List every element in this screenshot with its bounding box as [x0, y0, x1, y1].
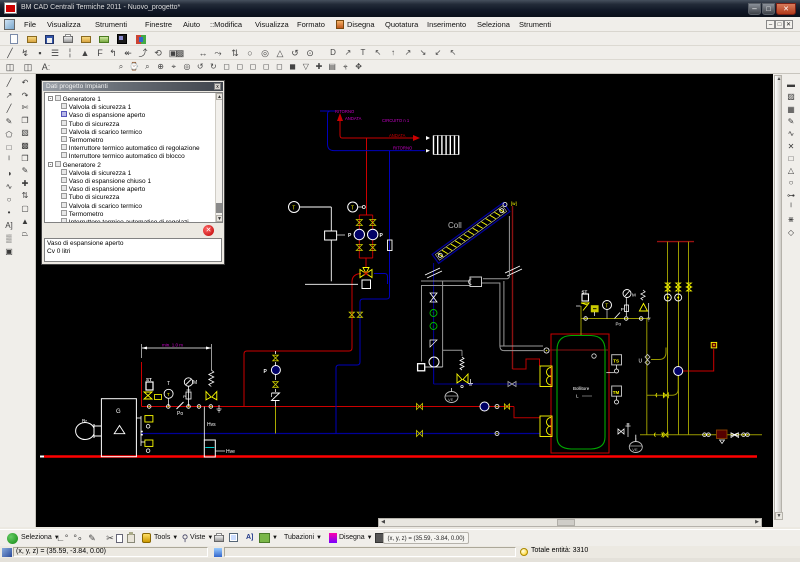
svg-text:T: T: [167, 392, 170, 397]
svg-text:P: P: [264, 369, 268, 375]
svg-text:L: L: [576, 394, 579, 399]
svg-text:RITORNO: RITORNO: [335, 109, 355, 114]
svg-text:Bollitore: Bollitore: [573, 386, 590, 391]
svg-text:Po: Po: [177, 411, 183, 417]
svg-text:Coll: Coll: [448, 221, 462, 230]
svg-text:TS: TS: [613, 359, 619, 364]
svg-text:P: P: [380, 233, 384, 239]
svg-text:T: T: [292, 206, 295, 212]
svg-text:U: U: [639, 359, 643, 365]
svg-text:T: T: [167, 381, 170, 387]
svg-text:G: G: [116, 409, 121, 415]
svg-text:CIRCUITO n 1: CIRCUITO n 1: [382, 118, 410, 123]
svg-text:M: M: [632, 293, 636, 298]
svg-text:Hve: Hve: [226, 449, 235, 455]
svg-text:T: T: [351, 206, 354, 212]
svg-text:P: P: [348, 233, 352, 239]
svg-text:ST: ST: [146, 377, 152, 382]
svg-text:TM: TM: [613, 390, 620, 395]
svg-text:VE: VE: [632, 447, 638, 452]
svg-text:ANDATA: ANDATA: [389, 133, 406, 138]
svg-text:min. 1.0 m: min. 1.0 m: [162, 343, 183, 348]
svg-text:VE: VE: [448, 397, 454, 402]
svg-text:T: T: [605, 304, 608, 310]
svg-text:I: I: [433, 324, 434, 329]
svg-text:P: P: [621, 307, 624, 312]
svg-text:RITORNO: RITORNO: [393, 146, 413, 151]
svg-text:P: P: [183, 394, 186, 399]
svg-text:T: T: [432, 311, 435, 316]
svg-text:M: M: [193, 380, 197, 386]
svg-text:[w]: [w]: [511, 201, 517, 206]
svg-text:Hvs: Hvs: [207, 422, 216, 428]
svg-text:ANDATA: ANDATA: [345, 116, 362, 121]
svg-text:Po: Po: [616, 322, 622, 327]
